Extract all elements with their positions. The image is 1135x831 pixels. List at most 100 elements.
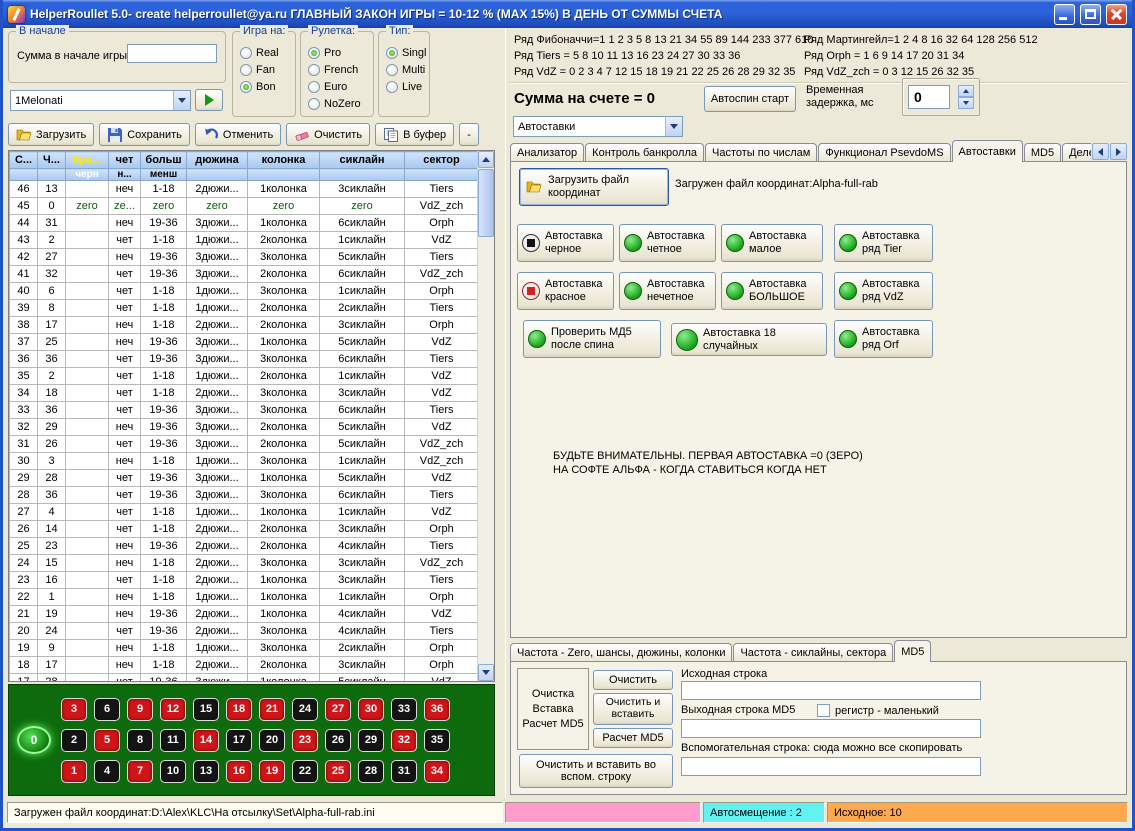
- board-number-35[interactable]: 35: [424, 729, 450, 752]
- spin-row[interactable]: 3336кра...чет19-363дюжи...3колонка6сикла…: [10, 402, 479, 419]
- spinner-down-button[interactable]: [958, 97, 974, 109]
- board-number-31[interactable]: 31: [391, 760, 417, 783]
- spin-row[interactable]: 4227кра...неч19-363дюжи...3колонка5сикла…: [10, 249, 479, 266]
- radio-Real[interactable]: Real: [240, 44, 294, 61]
- bet-button[interactable]: Автоставка 18 случайных: [671, 323, 827, 356]
- board-number-23[interactable]: 23: [292, 729, 318, 752]
- radio-Multi[interactable]: Multi: [386, 61, 428, 78]
- radio-Pro[interactable]: Pro: [308, 44, 372, 61]
- spin-row[interactable]: 221кра...неч1-181дюжи...1колонка1сиклайн…: [10, 589, 479, 606]
- eraser-button[interactable]: Очистить: [286, 123, 370, 146]
- board-number-7[interactable]: 7: [127, 760, 153, 783]
- bet-button[interactable]: Автоставка малое: [721, 224, 823, 262]
- board-number-18[interactable]: 18: [226, 698, 252, 721]
- board-number-32[interactable]: 32: [391, 729, 417, 752]
- calc-md5-button[interactable]: Расчет MD5: [593, 728, 673, 748]
- tab-Функционал PsevdoMS[interactable]: Функционал PsevdoMS: [818, 143, 950, 162]
- scroll-up-button[interactable]: [478, 151, 494, 168]
- board-number-36[interactable]: 36: [424, 698, 450, 721]
- bet-button[interactable]: Проверить МД5 после спина: [523, 320, 661, 358]
- spin-row[interactable]: 2415черннеч1-182дюжи...3колонка3сиклайнV…: [10, 555, 479, 572]
- spin-row[interactable]: 2024чернчет19-362дюжи...3колонка4сиклайн…: [10, 623, 479, 640]
- board-number-3[interactable]: 3: [61, 698, 87, 721]
- board-number-5[interactable]: 5: [94, 729, 120, 752]
- board-number-4[interactable]: 4: [94, 760, 120, 783]
- bet-button[interactable]: Автоставка ряд Orf: [834, 320, 933, 358]
- tab-Контроль банкролла[interactable]: Контроль банкролла: [585, 143, 704, 162]
- autobets-combo[interactable]: Автоставки: [513, 116, 683, 137]
- table-scrollbar[interactable]: [477, 151, 494, 681]
- board-number-9[interactable]: 9: [127, 698, 153, 721]
- spin-row[interactable]: 4613черннеч1-182дюжи...1колонка3сиклайнT…: [10, 181, 479, 198]
- board-number-14[interactable]: 14: [193, 729, 219, 752]
- spinner-up-button[interactable]: [958, 85, 974, 97]
- spin-row[interactable]: 3636кра...чет19-363дюжи...3колонка6сикла…: [10, 351, 479, 368]
- board-number-34[interactable]: 34: [424, 760, 450, 783]
- collapse-button[interactable]: -: [459, 123, 479, 146]
- chevron-down-icon[interactable]: [173, 91, 190, 110]
- aux-string-input[interactable]: [681, 757, 981, 776]
- floppy-button[interactable]: Сохранить: [99, 123, 190, 146]
- tab-Частота - сиклайны, сектора[interactable]: Частота - сиклайны, сектора: [733, 643, 893, 662]
- tab-Частоты по числам[interactable]: Частоты по числам: [705, 143, 817, 162]
- bet-button[interactable]: Автоставка четное: [619, 224, 716, 262]
- spin-row[interactable]: 4431черннеч19-363дюжи...1колонка6сиклайн…: [10, 215, 479, 232]
- bet-button[interactable]: Автоставка черное: [517, 224, 614, 262]
- spin-row[interactable]: 352чернчет1-181дюжи...2колонка1сиклайнVd…: [10, 368, 479, 385]
- spin-row[interactable]: 398чернчет1-181дюжи...2колонка2сиклайнTi…: [10, 300, 479, 317]
- spin-row[interactable]: 2836кра...чет19-363дюжи...3колонка6сикла…: [10, 487, 479, 504]
- board-number-22[interactable]: 22: [292, 760, 318, 783]
- board-number-16[interactable]: 16: [226, 760, 252, 783]
- tab-Делени[interactable]: Делени: [1062, 143, 1091, 162]
- board-number-0[interactable]: 0: [17, 726, 51, 754]
- scroll-down-button[interactable]: [478, 664, 494, 681]
- spin-row[interactable]: 2928чернчет19-363дюжи...1колонка5сиклайн…: [10, 470, 479, 487]
- tab-Анализатор[interactable]: Анализатор: [510, 143, 584, 162]
- board-number-11[interactable]: 11: [160, 729, 186, 752]
- board-number-13[interactable]: 13: [193, 760, 219, 783]
- bet-button[interactable]: Автоставка ряд Tier: [834, 224, 933, 262]
- spin-row[interactable]: 2614кра...чет1-182дюжи...2колонка3сиклай…: [10, 521, 479, 538]
- radio-Live[interactable]: Live: [386, 78, 428, 95]
- md5-output-input[interactable]: [681, 719, 981, 738]
- clear-paste-button[interactable]: Очистить и вставить: [593, 693, 673, 725]
- clipboard-button[interactable]: В буфер: [375, 123, 454, 146]
- spin-row[interactable]: 450zeroze...zerozerozerozeroVdZ_zch: [10, 198, 479, 215]
- delay-value[interactable]: 0: [908, 85, 950, 109]
- board-number-19[interactable]: 19: [259, 760, 285, 783]
- bet-button[interactable]: Автоставка ряд VdZ: [834, 272, 933, 310]
- board-number-25[interactable]: 25: [325, 760, 351, 783]
- spin-row[interactable]: 1728чернчет19-363дюжи...1колонка5сиклайн…: [10, 674, 479, 683]
- spin-row[interactable]: 406чернчет1-181дюжи...3колонка1сиклайнOr…: [10, 283, 479, 300]
- board-number-17[interactable]: 17: [226, 729, 252, 752]
- board-number-27[interactable]: 27: [325, 698, 351, 721]
- board-number-24[interactable]: 24: [292, 698, 318, 721]
- tab-MD5[interactable]: MD5: [894, 640, 931, 662]
- play-button[interactable]: [195, 89, 223, 111]
- board-number-10[interactable]: 10: [160, 760, 186, 783]
- clear-button[interactable]: Очистить: [593, 670, 673, 690]
- spin-row[interactable]: 2119кра...неч19-362дюжи...1колонка4сикла…: [10, 606, 479, 623]
- spin-row[interactable]: 432чернчет1-181дюжи...2колонка1сиклайнVd…: [10, 232, 479, 249]
- board-number-2[interactable]: 2: [61, 729, 87, 752]
- radio-NoZero[interactable]: NoZero: [308, 95, 372, 112]
- spin-row[interactable]: 3817черннеч1-182дюжи...2колонка3сиклайнO…: [10, 317, 479, 334]
- tab-Автоставки[interactable]: Автоставки: [952, 140, 1023, 162]
- board-number-8[interactable]: 8: [127, 729, 153, 752]
- chevron-down-icon[interactable]: [665, 117, 682, 136]
- autospin-button[interactable]: Автоспин старт: [704, 86, 796, 112]
- radio-Bon[interactable]: Bon: [240, 78, 294, 95]
- spin-row[interactable]: 303кра...неч1-181дюжи...3колонка1сиклайн…: [10, 453, 479, 470]
- lowercase-checkbox[interactable]: [817, 704, 830, 717]
- tab-scroll-left-button[interactable]: [1092, 143, 1109, 160]
- board-number-20[interactable]: 20: [259, 729, 285, 752]
- scroll-thumb[interactable]: [478, 169, 494, 237]
- bet-button[interactable]: Автоставка БОЛЬШОЕ: [721, 272, 823, 310]
- board-number-12[interactable]: 12: [160, 698, 186, 721]
- spin-row[interactable]: 1817черннеч1-182дюжи...2колонка3сиклайнO…: [10, 657, 479, 674]
- board-number-1[interactable]: 1: [61, 760, 87, 783]
- source-string-input[interactable]: [681, 681, 981, 700]
- preset-combo[interactable]: 1Melonati: [10, 90, 191, 111]
- board-number-29[interactable]: 29: [358, 729, 384, 752]
- minimize-button[interactable]: [1054, 4, 1075, 25]
